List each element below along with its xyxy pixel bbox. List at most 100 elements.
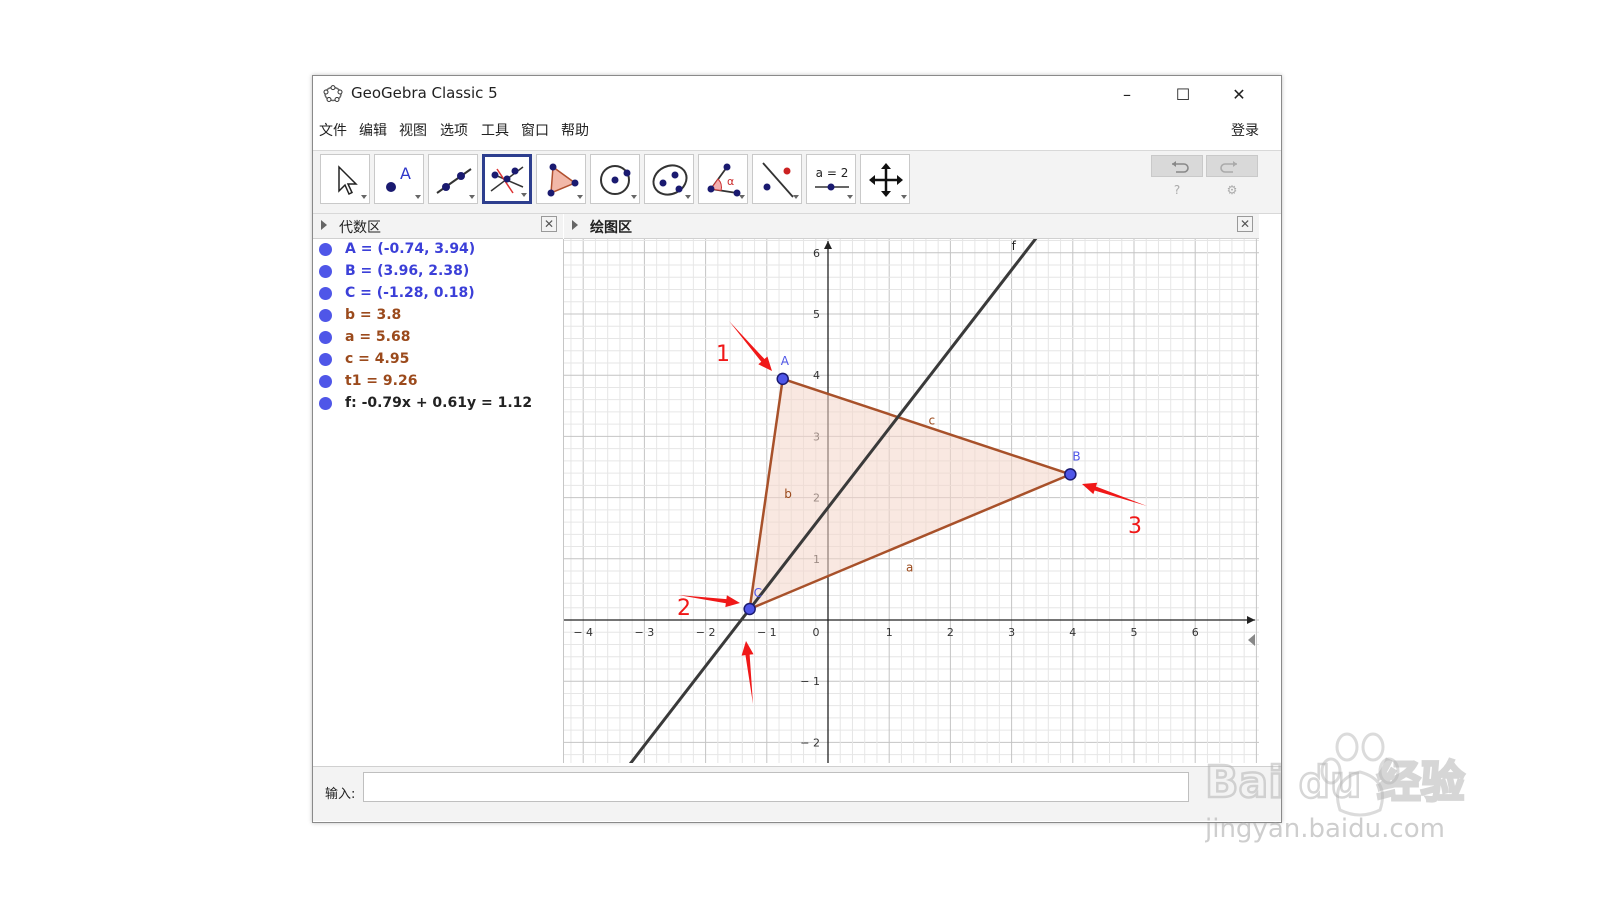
- x-tick-label: 0: [813, 626, 820, 639]
- visibility-dot-icon[interactable]: [319, 331, 332, 344]
- algebra-item-text: f: -0.79x + 0.61y = 1.12: [345, 395, 533, 411]
- minimize-button[interactable]: –: [1105, 80, 1149, 108]
- algebra-item-text: C = (-1.28, 0.18): [345, 285, 475, 301]
- svg-text:A: A: [400, 164, 411, 183]
- input-label: 输入:: [325, 787, 356, 802]
- toolbar: A α a = 2 ? ⚙: [313, 150, 1281, 214]
- visibility-dot-icon[interactable]: [319, 397, 332, 410]
- menu-options[interactable]: 选项: [440, 120, 468, 140]
- redo-button[interactable]: [1206, 155, 1258, 177]
- point-B: [1064, 468, 1077, 481]
- algebra-item-text: c = 4.95: [345, 351, 410, 367]
- geogebra-logo-icon: [323, 85, 343, 102]
- algebra-item-text: b = 3.8: [345, 307, 402, 323]
- x-tick-label: 3: [1008, 626, 1015, 639]
- move-tool[interactable]: [320, 154, 370, 204]
- slider-tool-label: a = 2: [816, 166, 849, 180]
- visibility-dot-icon[interactable]: [319, 243, 332, 256]
- visibility-dot-icon[interactable]: [319, 287, 332, 300]
- graphics-view-header: 绘图区 ✕: [564, 214, 1259, 239]
- line-label-f: f: [1012, 239, 1017, 253]
- cursor-arrow-icon: [338, 165, 367, 199]
- algebra-item-text: B = (3.96, 2.38): [345, 263, 470, 279]
- maximize-button[interactable]: ☐: [1161, 80, 1205, 108]
- x-tick-label: 6: [1192, 626, 1199, 639]
- x-tick-label: 4: [1069, 626, 1076, 639]
- point-C: [743, 602, 756, 616]
- visibility-dot-icon[interactable]: [319, 353, 332, 366]
- graphics-canvas[interactable]: − 4− 3− 2− 10123456− 2− 1123456abcfABC12…: [564, 239, 1259, 763]
- algebra-close-button[interactable]: ✕: [541, 216, 557, 232]
- circle-icon: [600, 165, 637, 199]
- angle-tool[interactable]: α: [698, 154, 748, 204]
- polygon-tool[interactable]: [536, 154, 586, 204]
- visibility-dot-icon[interactable]: [319, 265, 332, 278]
- geogebra-window: GeoGebra Classic 5 – ☐ ✕ 文件 编辑 视图 选项 工具 …: [312, 75, 1282, 823]
- algebra-view-header: 代数区 ✕: [313, 214, 563, 239]
- collapse-arrow-icon[interactable]: [572, 220, 578, 230]
- menu-edit[interactable]: 编辑: [359, 120, 387, 140]
- help-icon[interactable]: ?: [1170, 183, 1184, 197]
- visibility-dot-icon[interactable]: [319, 309, 332, 322]
- visibility-dot-icon[interactable]: [319, 375, 332, 388]
- line-icon: [436, 168, 475, 199]
- undo-icon: [1172, 161, 1189, 173]
- x-tick-label: − 3: [635, 626, 655, 639]
- collapse-arrow-icon[interactable]: [321, 220, 327, 230]
- y-tick-label: 5: [813, 308, 820, 321]
- input-field[interactable]: [363, 772, 1189, 802]
- conic-tool[interactable]: [644, 154, 694, 204]
- line-tool[interactable]: [428, 154, 478, 204]
- gear-icon[interactable]: ⚙: [1225, 183, 1239, 197]
- annotation-arrow-3: [741, 641, 754, 704]
- input-bar: 输入:: [313, 766, 1281, 821]
- algebra-view: A = (-0.74, 3.94) B = (3.96, 2.38) C = (…: [313, 239, 564, 763]
- circle-tool[interactable]: [590, 154, 640, 204]
- menu-view[interactable]: 视图: [399, 120, 427, 140]
- ellipse-icon: [652, 164, 691, 199]
- x-tick-label: − 4: [573, 626, 593, 639]
- svg-text:α: α: [727, 175, 734, 188]
- close-button[interactable]: ✕: [1217, 80, 1261, 108]
- algebra-item-text: A = (-0.74, 3.94): [345, 241, 476, 257]
- menu-window[interactable]: 窗口: [521, 120, 549, 140]
- move-graphics-tool[interactable]: [860, 154, 910, 204]
- annotation-label-3: 3: [1128, 514, 1142, 539]
- segment-label-a: a: [906, 561, 913, 575]
- graphics-close-button[interactable]: ✕: [1237, 216, 1253, 232]
- graphics-view-title: 绘图区: [590, 220, 632, 236]
- move-arrows-icon: [869, 163, 907, 199]
- menu-file[interactable]: 文件: [319, 120, 347, 140]
- x-axis-arrow-icon: [1247, 616, 1255, 624]
- polygon-icon: [547, 163, 583, 199]
- algebra-item-text: a = 5.68: [345, 329, 411, 345]
- menu-bar: 文件 编辑 视图 选项 工具 窗口 帮助 登录: [313, 116, 1281, 142]
- reflect-tool[interactable]: [752, 154, 802, 204]
- point-tool[interactable]: A: [374, 154, 424, 204]
- perpendicular-tool[interactable]: [482, 154, 532, 204]
- y-tick-label: − 1: [800, 675, 820, 688]
- point-label-C: C: [754, 586, 762, 600]
- title-bar: GeoGebra Classic 5 – ☐ ✕: [313, 76, 1281, 112]
- x-tick-label: − 2: [696, 626, 716, 639]
- segment-label-b: b: [784, 487, 792, 501]
- y-tick-label: 6: [813, 247, 820, 260]
- window-title: GeoGebra Classic 5: [351, 84, 498, 102]
- point-A: [776, 372, 789, 386]
- y-tick-label: − 2: [800, 736, 820, 749]
- menu-help[interactable]: 帮助: [561, 120, 589, 140]
- annotation-label-2: 2: [677, 596, 691, 621]
- graphics-view[interactable]: − 4− 3− 2− 10123456− 2− 1123456abcfABC12…: [564, 239, 1259, 763]
- perpendicular-bisector-icon: [490, 166, 527, 197]
- redo-icon: [1220, 161, 1237, 173]
- annotation-label-1: 1: [716, 342, 730, 367]
- slider-icon: a = 2: [815, 166, 853, 199]
- x-tick-label: 1: [886, 626, 893, 639]
- undo-button[interactable]: [1151, 155, 1203, 177]
- menu-tools[interactable]: 工具: [481, 120, 509, 140]
- login-link[interactable]: 登录: [1231, 120, 1259, 140]
- side-panel-toggle-icon[interactable]: [1248, 634, 1255, 646]
- y-tick-label: 4: [813, 369, 820, 382]
- slider-tool[interactable]: a = 2: [806, 154, 856, 204]
- reflect-about-line-icon: [762, 162, 799, 199]
